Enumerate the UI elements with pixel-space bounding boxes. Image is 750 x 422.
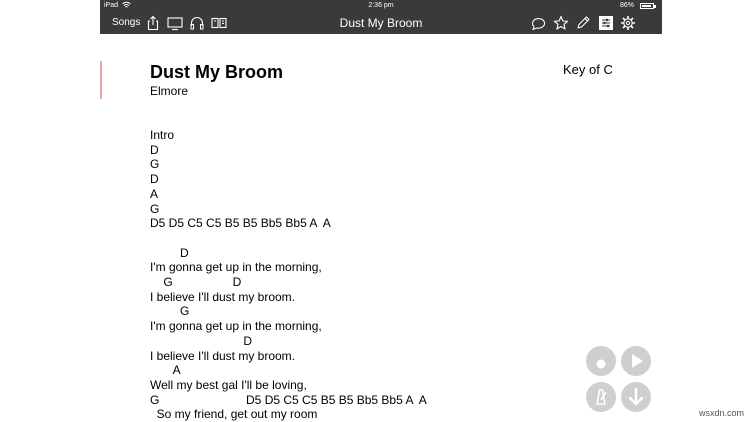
left-margin: [0, 0, 100, 422]
battery-percentage: 86%: [619, 2, 634, 9]
battery-tip: [654, 5, 656, 8]
right-margin: [662, 0, 750, 422]
battery-icon: [640, 3, 654, 9]
metronome-dot-icon[interactable]: [586, 346, 616, 376]
gear-icon[interactable]: [620, 15, 636, 31]
play-icon[interactable]: [621, 346, 651, 376]
comment-icon[interactable]: [531, 15, 547, 31]
settings-panel-icon[interactable]: [598, 15, 614, 31]
status-time: 2:36 pm: [368, 2, 394, 9]
star-icon[interactable]: [553, 15, 569, 31]
margin-marker: [100, 61, 102, 99]
song-key: Key of C: [563, 62, 613, 77]
chord-chart: Intro D G D A G D5 D5 C5 C5 B5 B5 Bb5 Bb…: [150, 128, 427, 422]
ipad-screen: iPad 2:36 pm 86% Songs Dust My Broom Dus…: [100, 0, 662, 422]
song-title: Dust My Broom: [150, 62, 284, 82]
top-toolbar: Songs Dust My Broom: [100, 12, 662, 34]
watermark: wsxdn.com: [698, 408, 744, 418]
status-bar: iPad 2:36 pm 86%: [100, 0, 662, 12]
pencil-icon[interactable]: [575, 15, 591, 31]
scroll-down-icon[interactable]: [621, 382, 651, 412]
metronome-icon[interactable]: [586, 382, 616, 412]
song-artist: Elmore: [150, 84, 189, 98]
